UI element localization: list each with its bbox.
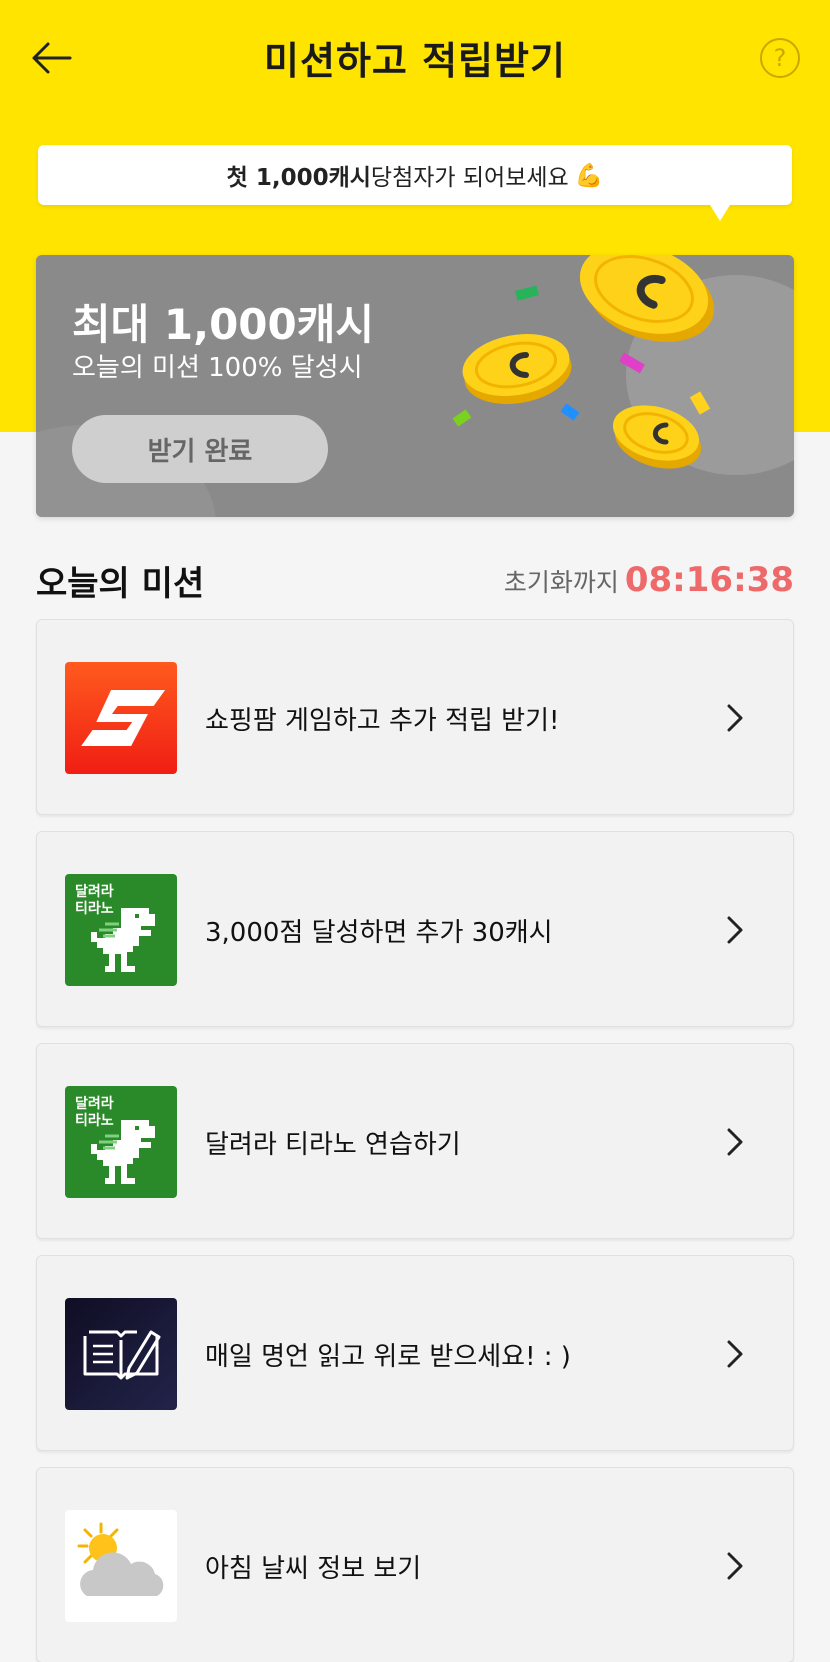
mission-item-weather[interactable]: 아침 날씨 정보 보기 [36, 1467, 794, 1662]
chevron-right-icon [727, 1128, 743, 1156]
mission-label: 매일 명언 읽고 위로 받으세요! : ) [205, 1341, 571, 1372]
dino-run-icon: 달려라 티라노 [65, 874, 177, 986]
mission-label: 쇼핑팜 게임하고 추가 적립 받기! [205, 705, 560, 736]
mission-list: 쇼핑팜 게임하고 추가 적립 받기! 달려라 티라노 3,000점 달성하면 추… [36, 619, 794, 1662]
mission-label: 3,000점 달성하면 추가 30캐시 [205, 917, 553, 948]
mission-label: 아침 날씨 정보 보기 [205, 1553, 422, 1584]
reset-countdown: 초기화까지 08:16:38 [504, 560, 794, 600]
weather-icon [65, 1510, 177, 1622]
page-title: 미션하고 적립받기 [264, 39, 566, 83]
chevron-right-icon [727, 1340, 743, 1368]
promo-tooltip: 첫 1,000캐시 당첨자가 되어보세요 💪 [38, 145, 792, 221]
tooltip-highlight: 첫 1,000캐시 [226, 165, 371, 191]
tooltip-text: 당첨자가 되어보세요 [370, 165, 569, 191]
claim-complete-button[interactable]: 받기 완료 [72, 415, 328, 483]
book-pen-icon [65, 1298, 177, 1410]
mission-item-dino-score[interactable]: 달려라 티라노 3,000점 달성하면 추가 30캐시 [36, 831, 794, 1027]
reset-label: 초기화까지 [503, 568, 619, 597]
chevron-right-icon [727, 704, 743, 732]
chevron-right-icon [727, 1552, 743, 1580]
mission-item-daily-quote[interactable]: 매일 명언 읽고 위로 받으세요! : ) [36, 1255, 794, 1451]
reward-card: 최대 1,000캐시 오늘의 미션 100% 달성시 받기 완료 [36, 255, 794, 517]
missions-section-title: 오늘의 미션 [36, 564, 205, 604]
flexed-biceps-icon: 💪 [574, 162, 604, 189]
chevron-right-icon [727, 916, 743, 944]
reward-subtitle: 오늘의 미션 100% 달성시 [72, 353, 363, 383]
mission-label: 달려라 티라노 연습하기 [205, 1129, 461, 1160]
dino-icon-text: 달려라 티라노 [75, 1096, 114, 1129]
mission-item-dino-practice[interactable]: 달려라 티라노 달려라 티라노 연습하기 [36, 1043, 794, 1239]
app-header: 미션하고 적립받기 ? [0, 0, 830, 112]
reset-timer: 08:16:38 [624, 560, 794, 600]
mission-item-shopping-farm[interactable]: 쇼핑팜 게임하고 추가 적립 받기! [36, 619, 794, 815]
question-icon: ? [773, 44, 787, 72]
shopping-farm-icon [65, 662, 177, 774]
help-button[interactable]: ? [760, 38, 800, 78]
dino-run-icon: 달려라 티라노 [65, 1086, 177, 1198]
dino-icon-text: 달려라 티라노 [75, 884, 114, 917]
reward-title: 최대 1,000캐시 [72, 300, 375, 349]
